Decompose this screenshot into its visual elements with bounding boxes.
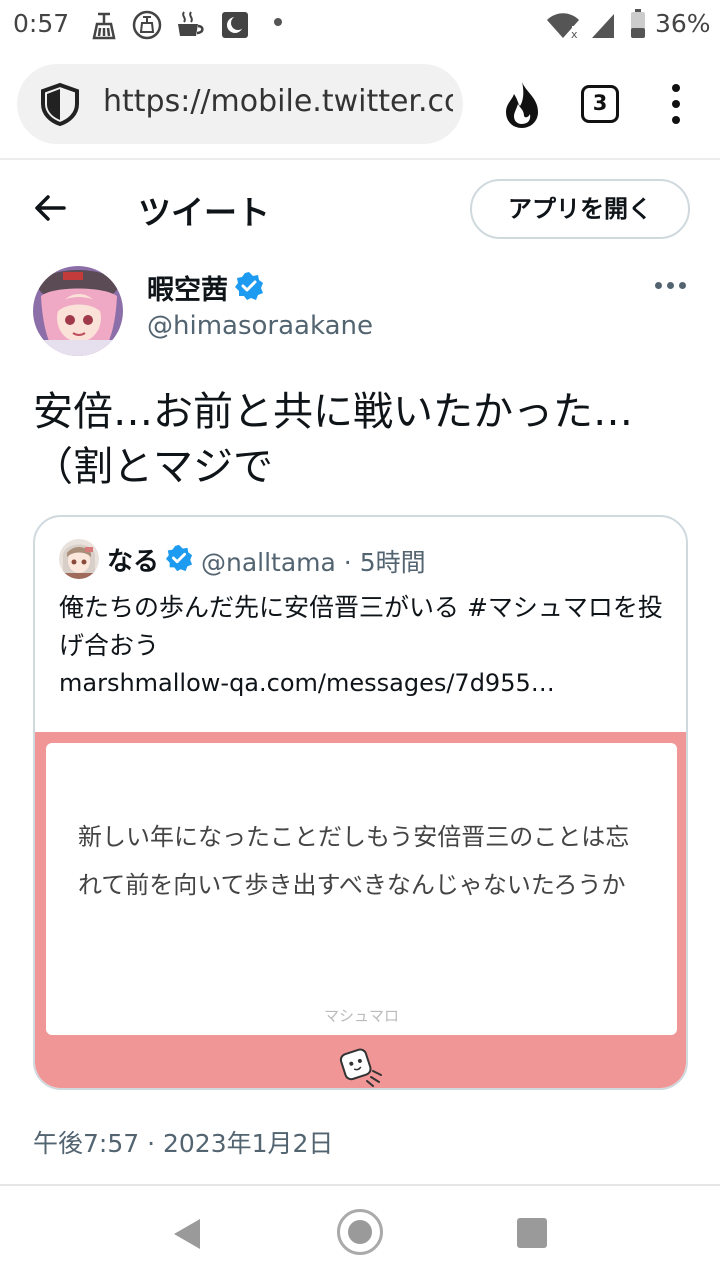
wifi-icon: x [547, 13, 579, 38]
quote-link[interactable]: marshmallow-qa.com/messages/7d955… [59, 669, 669, 697]
quote-handle-time[interactable]: @nalltama · 5時間 [201, 543, 426, 579]
marshmallow-message: 新しい年になったことだしもう安倍晋三のことは忘れて前を向いて歩き出すべきなんじゃ… [78, 823, 630, 899]
author-avatar[interactable] [33, 266, 123, 356]
marshmallow-brand: マシュマロ [323, 1007, 399, 1025]
signal-icon [592, 14, 614, 38]
system-nav-bar [0, 1184, 720, 1280]
quote-avatar-illustration-icon [59, 539, 99, 579]
nav-home-icon[interactable] [337, 1209, 383, 1255]
fire-icon[interactable] [500, 80, 544, 130]
menu-icon[interactable] [666, 84, 686, 126]
quoted-tweet-card[interactable]: なる @nalltama · 5時間 俺たちの歩んだ先に安倍晋三がいる #マシュ… [33, 515, 688, 1090]
tweet-timestamp[interactable]: 午後7:57 · 2023年1月2日 [33, 1124, 333, 1160]
battery-percent: 36% [655, 9, 711, 38]
open-app-button[interactable]: アプリを開く [470, 179, 690, 239]
page-title: ツイート [138, 193, 270, 232]
marshmallow-image[interactable]: 新しい年になったことだしもう安倍晋三のことは忘れて前を向いて歩き出すべきなんじゃ… [35, 732, 686, 1088]
url-bar[interactable]: https://mobile.twitter.com/himasoraakane… [17, 64, 463, 144]
author-handle[interactable]: @himasoraakane [147, 311, 373, 341]
nav-recents-icon[interactable] [517, 1218, 547, 1248]
tweet-text: 安倍…お前と共に戦いたかった…（割とマジで [33, 389, 633, 490]
battery-icon [631, 9, 645, 38]
broom-icon [92, 12, 116, 40]
moon-app-icon [222, 12, 248, 38]
more-options-icon[interactable] [655, 280, 687, 292]
broom-circle-icon [132, 10, 162, 40]
browser-toolbar: https://mobile.twitter.com/himasoraakane… [0, 52, 720, 160]
svg-text:x: x [571, 28, 578, 38]
marshmallow-card: 新しい年になったことだしもう安倍晋三のことは忘れて前を向いて歩き出すべきなんじゃ… [46, 743, 677, 1035]
author-name[interactable]: 暇空茜 [147, 268, 228, 307]
status-time: 0:57 [13, 9, 70, 38]
verified-badge-icon [235, 272, 263, 300]
shield-icon[interactable] [39, 82, 81, 126]
status-bar: 0:57 x 36% [0, 0, 720, 52]
avatar-illustration-icon [33, 266, 123, 356]
nav-back-icon[interactable] [172, 1217, 202, 1251]
notification-dot-icon [274, 18, 282, 26]
steam-cup-icon [178, 11, 204, 36]
url-text[interactable]: https://mobile.twitter.com/himasoraakane… [103, 84, 453, 119]
quote-text: 俺たちの歩んだ先に安倍晋三がいる #マシュマロを投げ合おう [59, 593, 663, 660]
quote-verified-badge-icon [165, 544, 193, 572]
tabs-button[interactable]: 3 [581, 85, 619, 123]
quote-author-avatar[interactable] [59, 539, 99, 579]
quote-author-name[interactable]: なる [107, 541, 159, 578]
back-arrow-icon[interactable] [32, 190, 68, 226]
marshmallow-logo-icon [339, 1048, 382, 1087]
